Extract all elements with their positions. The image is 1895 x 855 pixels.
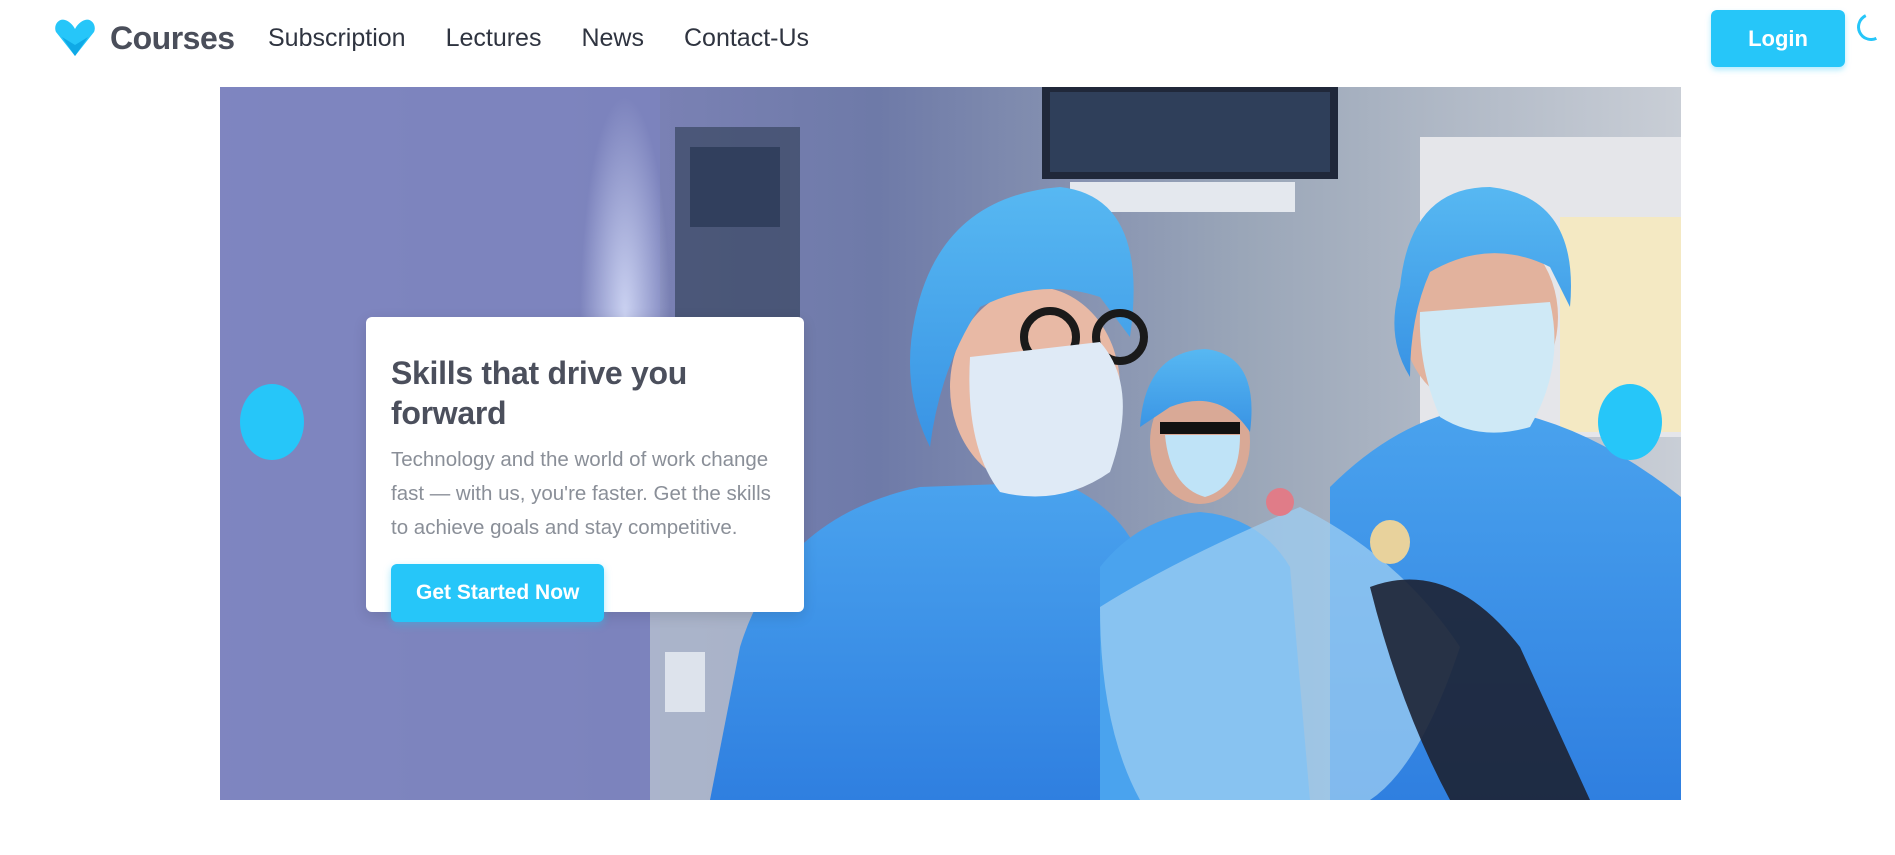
- carousel-next-button[interactable]: [1598, 384, 1662, 460]
- nav-item-subscription[interactable]: Subscription: [268, 24, 406, 53]
- carousel-prev-button[interactable]: [240, 384, 304, 460]
- hero-title: Skills that drive you forward: [391, 355, 688, 431]
- main-nav: Subscription Lectures News Contact-Us: [268, 24, 809, 53]
- brand-name: Courses: [110, 19, 235, 56]
- login-button[interactable]: Login: [1711, 10, 1845, 67]
- nav-item-lectures[interactable]: Lectures: [446, 24, 542, 53]
- site-header: Courses Subscription Lectures News Conta…: [0, 0, 1895, 80]
- loading-spinner-icon: [1853, 9, 1889, 45]
- nav-item-news[interactable]: News: [581, 24, 644, 53]
- hero-description: Technology and the world of work change …: [391, 448, 771, 539]
- hero-carousel: Skills that drive you forward Technology…: [220, 87, 1681, 800]
- brand[interactable]: Courses: [54, 18, 235, 58]
- nav-item-contact-us[interactable]: Contact-Us: [684, 24, 809, 53]
- brand-heart-logo-icon: [55, 19, 95, 56]
- hero-card: Skills that drive you forward Technology…: [366, 317, 804, 622]
- get-started-button[interactable]: Get Started Now: [391, 564, 605, 622]
